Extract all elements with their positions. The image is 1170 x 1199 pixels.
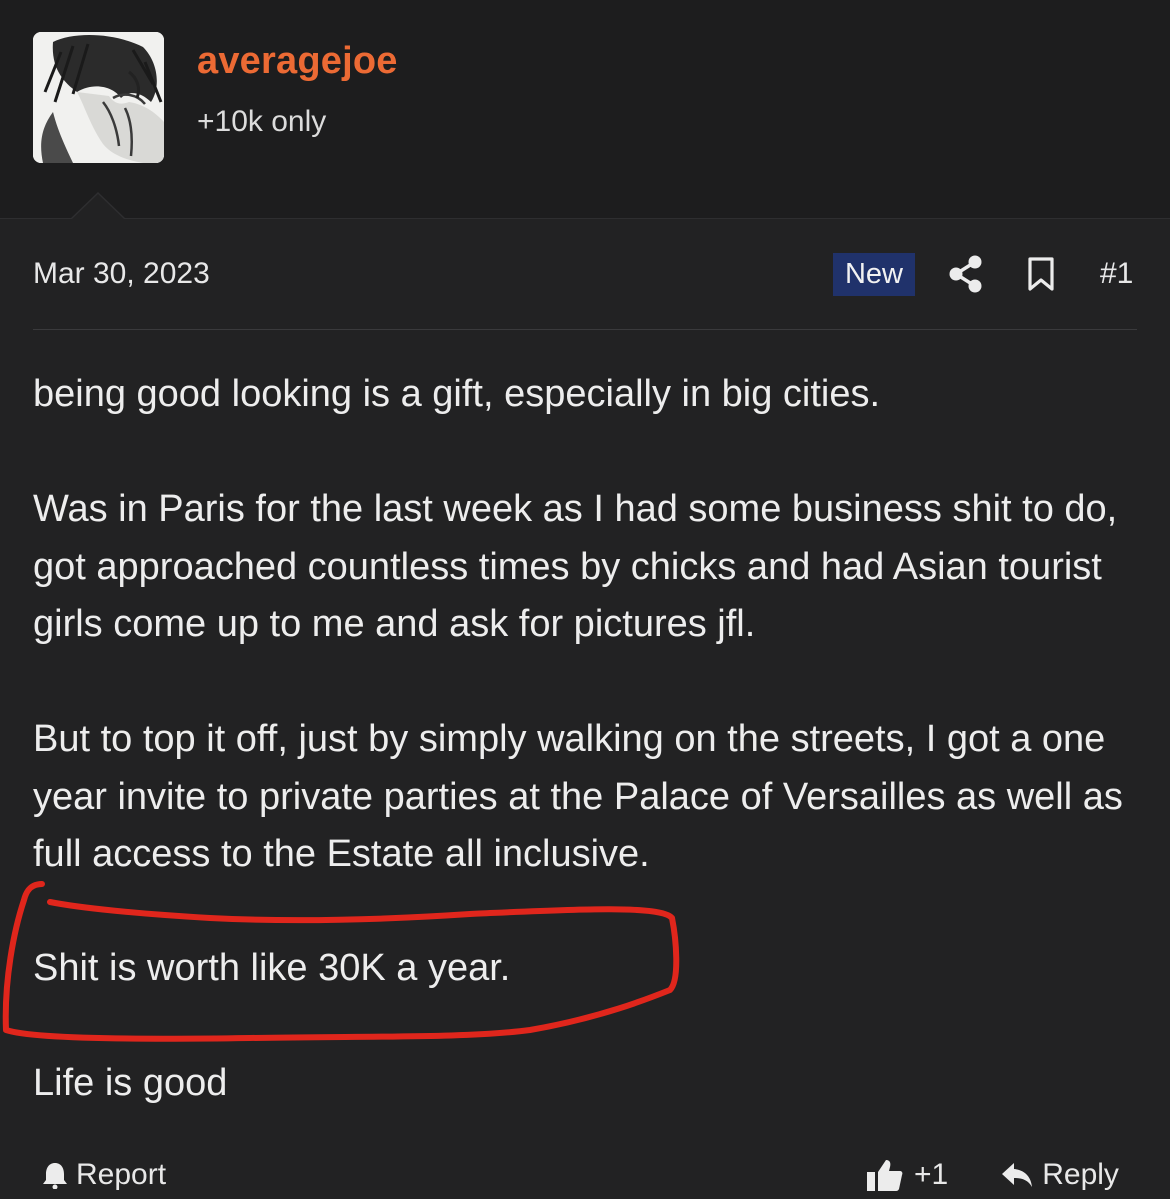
post-paragraph: Was in Paris for the last week as I had … xyxy=(33,488,1118,645)
username[interactable]: averagejoe xyxy=(197,40,398,83)
post-paragraph: Life is good xyxy=(33,1062,228,1104)
post-paragraph: being good looking is a gift, especially… xyxy=(33,373,881,415)
reply-button[interactable]: Reply xyxy=(1042,1158,1119,1192)
post-actions: +1 Reply xyxy=(866,1158,1119,1192)
avatar-illustration xyxy=(33,32,164,163)
post-number[interactable]: #1 xyxy=(1100,257,1133,291)
new-badge: New xyxy=(833,253,915,296)
header-pointer-fill xyxy=(71,194,125,220)
user-avatar[interactable] xyxy=(33,32,164,163)
share-icon[interactable] xyxy=(948,255,984,293)
post-header: averagejoe +10k only xyxy=(0,0,1170,219)
report-link[interactable]: Report xyxy=(42,1158,166,1192)
thumbs-up-icon[interactable] xyxy=(866,1158,904,1192)
like-count[interactable]: +1 xyxy=(914,1158,948,1192)
bookmark-icon[interactable] xyxy=(1026,256,1056,292)
user-title: +10k only xyxy=(197,105,327,138)
report-icon xyxy=(43,1163,67,1189)
post-paragraph: But to top it off, just by simply walkin… xyxy=(33,718,1123,875)
post-date[interactable]: Mar 30, 2023 xyxy=(33,257,210,291)
divider xyxy=(33,329,1137,330)
red-circle-annotation xyxy=(2,881,680,1042)
report-label: Report xyxy=(76,1158,167,1191)
reply-icon xyxy=(1002,1163,1033,1187)
